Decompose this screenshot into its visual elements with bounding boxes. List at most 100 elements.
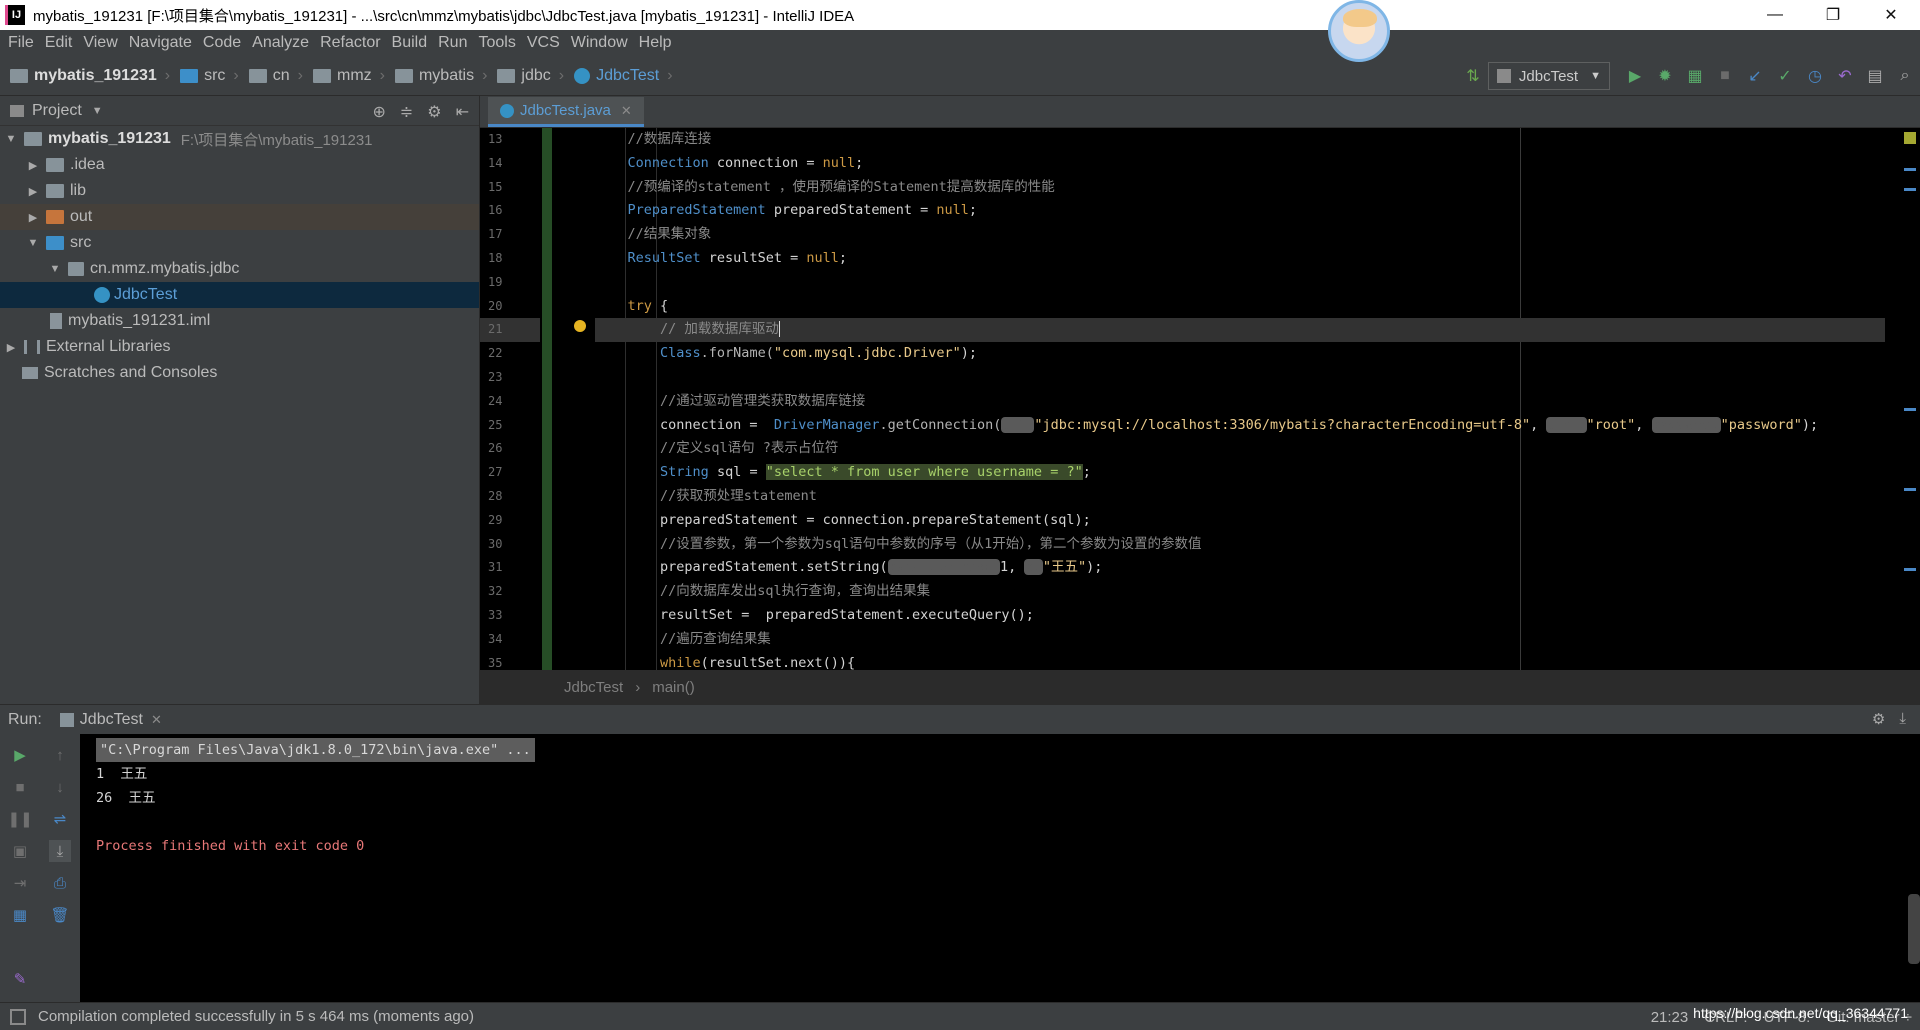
menu-build[interactable]: Build: [392, 34, 428, 52]
menu-code[interactable]: Code: [203, 34, 241, 52]
collapsed-arrow-icon[interactable]: ▶: [26, 159, 40, 172]
line-number: 31: [488, 560, 503, 575]
breadcrumb-class[interactable]: JdbcTest ›: [574, 67, 673, 85]
expanded-arrow-icon[interactable]: ▼: [26, 237, 40, 249]
print-icon[interactable]: ⎙: [49, 872, 71, 894]
tree-item-scratches[interactable]: Scratches and Consoles: [0, 360, 479, 386]
debug-icon[interactable]: ✹: [1654, 65, 1676, 87]
expanded-arrow-icon[interactable]: ▼: [48, 263, 62, 275]
vcs-history-icon[interactable]: ◷: [1804, 65, 1826, 87]
hide-panel-icon[interactable]: ⤓: [1899, 710, 1906, 728]
coverage-icon[interactable]: ▦: [1684, 65, 1706, 87]
tree-item-lib[interactable]: ▶ lib: [0, 178, 479, 204]
rerun-icon[interactable]: ▶: [9, 744, 31, 766]
tree-item-src[interactable]: ▼ src: [0, 230, 479, 256]
console-command[interactable]: "C:\Program Files\Java\jdk1.8.0_172\bin\…: [96, 738, 535, 762]
gear-icon[interactable]: ⚙: [1872, 710, 1885, 728]
close-tab-icon[interactable]: ✕: [621, 103, 632, 119]
editor-tab-jdbctest[interactable]: JdbcTest.java ✕: [488, 97, 644, 127]
run-config-select[interactable]: JdbcTest ▼: [1487, 62, 1610, 90]
build-icon[interactable]: ⇅: [1462, 65, 1484, 87]
stripe-marker[interactable]: [1904, 168, 1916, 171]
revert-icon[interactable]: ↶: [1834, 65, 1856, 87]
tree-item-jdbctest[interactable]: JdbcTest: [0, 282, 479, 308]
project-panel-title[interactable]: Project: [32, 102, 82, 120]
pin-tab-icon[interactable]: ✎: [9, 968, 31, 990]
restore-layout-icon[interactable]: ▦: [9, 904, 31, 926]
stop-icon[interactable]: ■: [9, 776, 31, 798]
tree-item-package[interactable]: ▼ cn.mmz.mybatis.jdbc: [0, 256, 479, 282]
chevron-down-icon[interactable]: ▼: [92, 105, 103, 117]
stripe-marker[interactable]: [1904, 568, 1916, 571]
tree-item-idea[interactable]: ▶ .idea: [0, 152, 479, 178]
line-number: 19: [488, 274, 503, 289]
menu-navigate[interactable]: Navigate: [129, 34, 192, 52]
stripe-marker[interactable]: [1904, 488, 1916, 491]
menu-run[interactable]: Run: [438, 34, 467, 52]
hide-icon[interactable]: ⇤: [456, 102, 469, 122]
search-icon[interactable]: ⌕: [1894, 65, 1916, 87]
run-icon[interactable]: ▶: [1624, 65, 1646, 87]
lightbulb-icon[interactable]: [574, 320, 586, 332]
menu-analyze[interactable]: Analyze: [252, 34, 309, 52]
restore-button[interactable]: ❐: [1804, 0, 1862, 30]
menu-refactor[interactable]: Refactor: [320, 34, 380, 52]
code-line: try {: [627, 297, 669, 314]
caret-position[interactable]: 21:23: [1651, 1009, 1689, 1026]
breadcrumb-mybatis[interactable]: mybatis ›: [394, 67, 487, 85]
footer-crumb-method[interactable]: main(): [652, 679, 695, 696]
toggle-tool-windows-icon[interactable]: [10, 1008, 26, 1025]
inspection-ok-icon[interactable]: [1904, 132, 1916, 144]
menu-file[interactable]: File: [8, 34, 34, 52]
package-icon: [248, 68, 267, 83]
console-scrollbar[interactable]: [1908, 894, 1920, 964]
stop-icon[interactable]: ■: [1714, 65, 1736, 87]
scroll-to-end-icon[interactable]: ⤓: [49, 840, 71, 862]
collapsed-arrow-icon[interactable]: ▶: [26, 211, 40, 224]
breadcrumb-project[interactable]: mybatis_191231 ›: [10, 67, 170, 85]
pause-icon[interactable]: ❚❚: [7, 808, 32, 830]
menu-edit[interactable]: Edit: [45, 34, 73, 52]
project-structure-icon[interactable]: ▤: [1864, 65, 1886, 87]
editor-error-stripe[interactable]: [1900, 128, 1920, 670]
run-console[interactable]: "C:\Program Files\Java\jdk1.8.0_172\bin\…: [80, 734, 1920, 1002]
vcs-update-icon[interactable]: ↙: [1744, 65, 1766, 87]
menu-window[interactable]: Window: [571, 34, 628, 52]
breadcrumb-mmz[interactable]: mmz ›: [312, 67, 385, 85]
expanded-arrow-icon[interactable]: ▼: [4, 133, 18, 145]
minimize-button[interactable]: —: [1746, 0, 1804, 30]
trash-icon[interactable]: 🗑: [49, 904, 71, 926]
vcs-commit-icon[interactable]: ✓: [1774, 65, 1796, 87]
menu-tools[interactable]: Tools: [478, 34, 515, 52]
collapsed-arrow-icon[interactable]: ▶: [4, 341, 18, 354]
close-button[interactable]: ✕: [1862, 0, 1920, 30]
pin-icon[interactable]: [9, 936, 31, 958]
menu-view[interactable]: View: [83, 34, 117, 52]
collapse-icon[interactable]: ≑: [400, 102, 413, 122]
tree-item-project-root[interactable]: ▼ mybatis_191231 F:\项目集合\mybatis_191231: [0, 126, 479, 152]
stripe-marker[interactable]: [1904, 188, 1916, 191]
dump-threads-icon[interactable]: ▣: [9, 840, 31, 862]
breadcrumb-src[interactable]: src ›: [180, 67, 239, 85]
menu-vcs[interactable]: VCS: [527, 34, 560, 52]
run-tab-jdbctest[interactable]: JdbcTest ✕: [59, 711, 162, 729]
close-tab-icon[interactable]: ✕: [151, 712, 162, 728]
tree-item-external-libraries[interactable]: ▶ External Libraries: [0, 334, 479, 360]
stripe-marker[interactable]: [1904, 408, 1916, 411]
footer-crumb-class[interactable]: JdbcTest: [564, 679, 623, 696]
breadcrumb-cn[interactable]: cn ›: [248, 67, 303, 85]
tree-item-iml[interactable]: mybatis_191231.iml: [0, 308, 479, 334]
down-arrow-icon[interactable]: ↓: [49, 776, 71, 798]
locate-icon[interactable]: ⊕: [372, 102, 385, 122]
code-line: //通过驱动管理类获取数据库链接: [660, 392, 866, 409]
code-line: //设置参数，第一个参数为sql语句中参数的序号（从1开始），第二个参数为设置的…: [660, 535, 1202, 552]
collapsed-arrow-icon[interactable]: ▶: [26, 185, 40, 198]
code-area[interactable]: //数据库连接 Connection connection = null; //…: [595, 128, 1885, 670]
tree-item-out[interactable]: ▶ out: [0, 204, 479, 230]
breadcrumb-jdbc[interactable]: jdbc ›: [497, 67, 564, 85]
gear-icon[interactable]: ⚙: [427, 102, 441, 122]
up-arrow-icon[interactable]: ↑: [49, 744, 71, 766]
menu-help[interactable]: Help: [639, 34, 672, 52]
soft-wrap-icon[interactable]: ⇌: [49, 808, 71, 830]
exit-icon[interactable]: ⇥: [9, 872, 31, 894]
